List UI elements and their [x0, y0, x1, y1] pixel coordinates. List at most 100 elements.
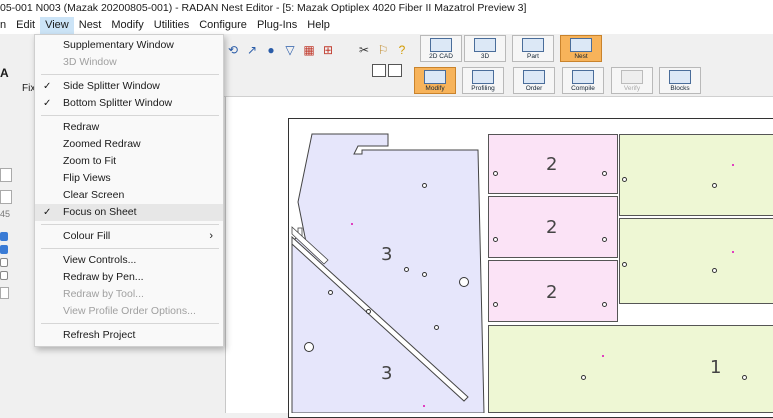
part-hole: [602, 302, 607, 307]
rotate-icon[interactable]: ⟲: [225, 42, 241, 58]
part-marker: [732, 251, 734, 253]
nest-icon: [570, 38, 592, 52]
menu-separator: [41, 248, 219, 249]
verify-icon: [621, 70, 643, 84]
menu-item-redraw-by-pen[interactable]: Redraw by Pen...: [35, 269, 223, 286]
part-hole: [366, 309, 371, 314]
mode-2d-cad-button[interactable]: 2D CAD: [420, 35, 462, 62]
grid-icon[interactable]: ⊞: [320, 42, 336, 58]
part-marker: [732, 164, 734, 166]
left-panel-field[interactable]: [0, 190, 12, 204]
mode-profiling-button[interactable]: Profiling: [462, 67, 504, 94]
part-1b[interactable]: [619, 218, 773, 304]
filter-icon[interactable]: ▽: [282, 42, 298, 58]
view-menu: Supplementary Window 3D Window ✓ Side Spl…: [34, 34, 224, 347]
left-panel-box[interactable]: [0, 287, 9, 299]
menu-item-zoomed-redraw[interactable]: Zoomed Redraw: [35, 136, 223, 153]
part-hole: [328, 290, 333, 295]
menu-item-label: Redraw by Pen...: [63, 271, 144, 283]
part-marker: [602, 355, 604, 357]
left-checkbox-4[interactable]: [0, 271, 8, 280]
2d-cad-icon: [430, 38, 452, 52]
menu-item-label: Focus on Sheet: [63, 206, 137, 218]
single-window-button[interactable]: [388, 64, 402, 77]
compile-icon: [572, 70, 594, 84]
menu-item-3d-window[interactable]: 3D Window: [35, 54, 223, 71]
mode-blocks-button[interactable]: Blocks: [659, 67, 701, 94]
mode-label: Part: [527, 53, 539, 60]
nest-canvas[interactable]: 3 3 2 2 2 1: [225, 97, 773, 418]
mode-nest-button[interactable]: Nest: [560, 35, 602, 62]
menu-item-supplementary-window[interactable]: Supplementary Window: [35, 37, 223, 54]
left-panel-mark: A: [0, 66, 9, 80]
mode-label: Compile: [571, 85, 595, 92]
mode-order-button[interactable]: Order: [513, 67, 555, 94]
menu-item-redraw[interactable]: Redraw: [35, 119, 223, 136]
part-hole: [404, 267, 409, 272]
menu-separator: [41, 74, 219, 75]
part-hole: [493, 302, 498, 307]
modify-icon: [424, 70, 446, 84]
left-checkbox-3[interactable]: [0, 258, 8, 267]
menu-modify[interactable]: Modify: [106, 17, 148, 34]
menu-item-label: Clear Screen: [63, 189, 125, 201]
part-hole: [712, 183, 717, 188]
left-panel-dropdown[interactable]: [0, 168, 12, 182]
split-window-button[interactable]: [372, 64, 386, 77]
mode-verify-button[interactable]: Verify: [611, 67, 653, 94]
left-checkbox-2[interactable]: [0, 245, 8, 254]
part-hole: [493, 171, 498, 176]
part-hole: [493, 237, 498, 242]
menu-item-bottom-splitter-window[interactable]: ✓ Bottom Splitter Window: [35, 95, 223, 112]
menu-item-colour-fill[interactable]: Colour Fill ›: [35, 228, 223, 245]
menu-item-focus-on-sheet[interactable]: ✓ Focus on Sheet: [35, 204, 223, 221]
left-panel-value: 45: [0, 209, 11, 219]
menu-item-flip-views[interactable]: Flip Views: [35, 170, 223, 187]
menu-item-refresh-project[interactable]: Refresh Project: [35, 327, 223, 344]
menu-separator: [41, 224, 219, 225]
help-icon[interactable]: ?: [394, 42, 410, 58]
check-icon: ✓: [43, 207, 52, 218]
part-hole: [622, 177, 627, 182]
menu-item-label: Zoom to Fit: [63, 155, 117, 167]
menu-item-label: Colour Fill: [63, 230, 111, 242]
menu-item-redraw-by-tool[interactable]: Redraw by Tool...: [35, 286, 223, 303]
menu-item-label: View Profile Order Options...: [63, 305, 196, 317]
part-hole: [622, 262, 627, 267]
part-icon: [522, 38, 544, 52]
menu-item-label: Flip Views: [63, 172, 111, 184]
part-1c[interactable]: [488, 325, 773, 413]
menu-nest[interactable]: Nest: [74, 17, 107, 34]
info-icon[interactable]: ●: [263, 42, 279, 58]
mode-part-button[interactable]: Part: [512, 35, 554, 62]
mode-3d-button[interactable]: 3D: [464, 35, 506, 62]
menu-n[interactable]: n: [0, 17, 11, 34]
menu-view[interactable]: View: [40, 17, 74, 34]
menu-item-side-splitter-window[interactable]: ✓ Side Splitter Window: [35, 78, 223, 95]
menu-help[interactable]: Help: [302, 17, 335, 34]
menu-item-view-profile-order-options[interactable]: View Profile Order Options...: [35, 303, 223, 320]
menu-utilities[interactable]: Utilities: [149, 17, 194, 34]
select-icon[interactable]: ⚐: [375, 42, 391, 58]
scissors-icon[interactable]: ✂: [356, 42, 372, 58]
part-1a[interactable]: [619, 134, 773, 216]
menu-separator: [41, 115, 219, 116]
left-checkbox-1[interactable]: [0, 232, 8, 241]
menu-item-clear-screen[interactable]: Clear Screen: [35, 187, 223, 204]
menu-item-zoom-to-fit[interactable]: Zoom to Fit: [35, 153, 223, 170]
layout-icon[interactable]: ▦: [301, 42, 317, 58]
part-label: 3: [381, 363, 393, 384]
menu-edit[interactable]: Edit: [11, 17, 40, 34]
toolbar-row: ⟲ ↗ ● ▽ ▦ ⊞ ✂ ⚐ ?: [225, 36, 410, 64]
menu-item-label: Bottom Splitter Window: [63, 97, 173, 109]
part-label: 1: [710, 357, 722, 378]
profiling-icon: [472, 70, 494, 84]
mode-compile-button[interactable]: Compile: [562, 67, 604, 94]
part-hole: [459, 277, 469, 287]
pointer-icon[interactable]: ↗: [244, 42, 260, 58]
menu-plug-ins[interactable]: Plug-Ins: [252, 17, 302, 34]
menu-configure[interactable]: Configure: [194, 17, 252, 34]
mode-modify-button[interactable]: Modify: [414, 67, 456, 94]
menu-item-view-controls[interactable]: View Controls...: [35, 252, 223, 269]
part-label: 2: [546, 217, 558, 238]
